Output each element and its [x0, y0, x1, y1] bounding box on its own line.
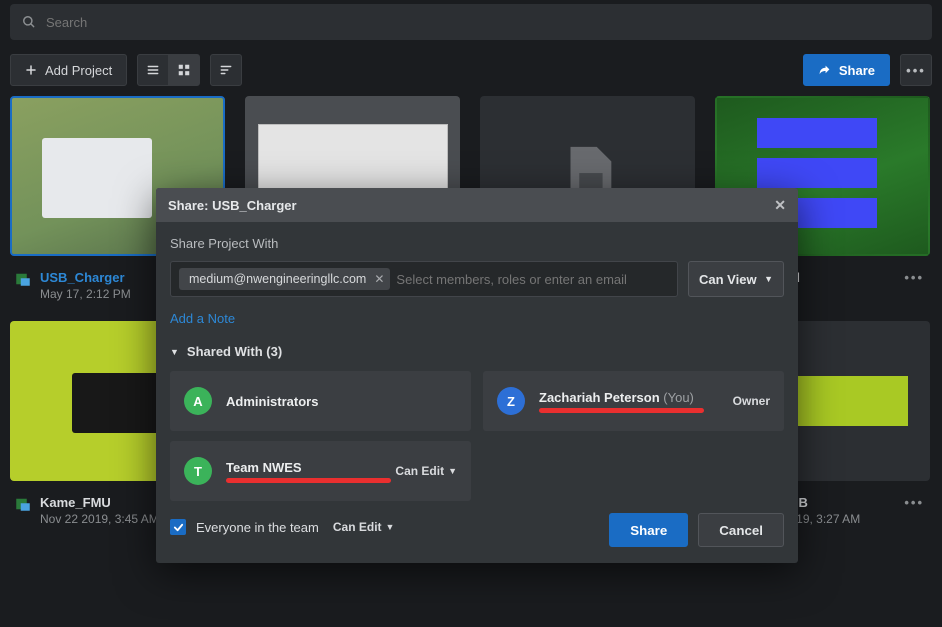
member-name: Administrators: [226, 394, 457, 409]
everyone-role-dropdown[interactable]: Can Edit ▼: [333, 520, 395, 534]
redacted-line: [539, 408, 704, 413]
everyone-label: Everyone in the team: [196, 520, 319, 535]
share-with-label: Share Project With: [170, 236, 784, 251]
cancel-button[interactable]: Cancel: [698, 513, 784, 547]
chevron-down-icon: ▼: [170, 347, 179, 357]
permission-dropdown[interactable]: Can View ▼: [688, 261, 784, 297]
you-tag: (You): [663, 390, 694, 405]
member-role-dropdown[interactable]: Can Edit ▼: [395, 464, 457, 478]
shared-member-row: Z Zachariah Peterson (You) Owner: [483, 371, 784, 431]
recipients-text-input[interactable]: [396, 272, 669, 287]
redacted-line: [226, 478, 391, 483]
dialog-title: Share: USB_Charger: [168, 198, 297, 213]
member-name: Team NWES: [226, 460, 381, 475]
shared-with-toggle[interactable]: ▼ Shared With (3): [170, 344, 784, 359]
close-icon[interactable]: ✕: [774, 197, 786, 214]
shared-member-row: A Administrators: [170, 371, 471, 431]
recipient-chip: medium@nwengineeringllc.com ✕: [179, 268, 390, 290]
chevron-down-icon: ▼: [448, 466, 457, 476]
avatar: Z: [497, 387, 525, 415]
recipient-chip-text: medium@nwengineeringllc.com: [189, 272, 366, 286]
chevron-down-icon: ▼: [386, 522, 395, 532]
avatar: A: [184, 387, 212, 415]
chip-remove-icon[interactable]: ✕: [374, 272, 384, 286]
add-note-link[interactable]: Add a Note: [170, 311, 235, 326]
member-role-label: Owner: [733, 394, 770, 408]
shared-member-row: T Team NWES Can Edit ▼: [170, 441, 471, 501]
dialog-header: Share: USB_Charger ✕: [156, 188, 798, 222]
modal-overlay: Share: USB_Charger ✕ Share Project With …: [0, 4, 942, 627]
everyone-role-label: Can Edit: [333, 520, 382, 534]
share-dialog: Share: USB_Charger ✕ Share Project With …: [156, 188, 798, 563]
member-name-text: Zachariah Peterson: [539, 390, 660, 405]
permission-selected: Can View: [699, 272, 757, 287]
member-name: Zachariah Peterson (You): [539, 390, 719, 405]
share-recipients-input[interactable]: medium@nwengineeringllc.com ✕: [170, 261, 678, 297]
chevron-down-icon: ▼: [764, 274, 773, 284]
member-role-label: Can Edit: [395, 464, 444, 478]
share-button[interactable]: Share: [609, 513, 688, 547]
avatar: T: [184, 457, 212, 485]
everyone-checkbox[interactable]: [170, 519, 186, 535]
shared-with-label: Shared With (3): [187, 344, 282, 359]
